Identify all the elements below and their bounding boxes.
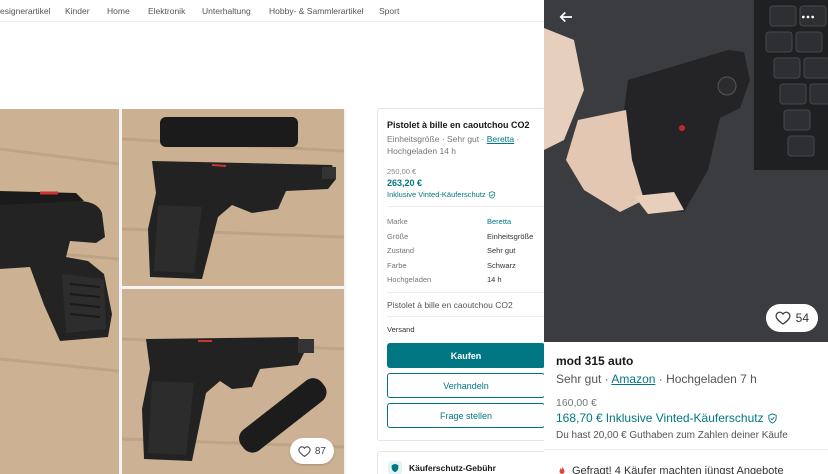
- detail-value: Einheitsgröße: [487, 231, 534, 241]
- detail-key: Größe: [387, 231, 409, 241]
- category-nav-item[interactable]: esignerartikel: [0, 6, 51, 16]
- uploaded-value: Hochgeladen 7 h: [666, 372, 757, 386]
- divider: [387, 206, 544, 207]
- brand-link[interactable]: Amazon: [611, 372, 655, 386]
- detail-value: Schwarz: [487, 260, 516, 270]
- category-nav-item[interactable]: Sport: [379, 6, 399, 16]
- buyer-protection-link[interactable]: Inklusive Vinted-Käuferschutz: [387, 190, 496, 199]
- desktop-listing-page: esignerartikel Kinder Home Elektronik Un…: [0, 0, 544, 474]
- listing-photo[interactable]: [122, 109, 344, 286]
- flame-icon: [559, 466, 565, 474]
- divider: [387, 316, 544, 317]
- listing-sidebar: Pistolet à bille en caoutchou CO2 Einhei…: [377, 108, 544, 474]
- shield-icon: [388, 461, 402, 474]
- price-original: 160,00 €: [556, 397, 597, 409]
- buyer-protection-label: Inklusive Vinted-Käuferschutz: [387, 190, 486, 199]
- favourite-count: 87: [314, 445, 326, 457]
- shipping-label: Versand: [387, 325, 415, 334]
- category-nav-item[interactable]: Unterhaltung: [202, 6, 251, 16]
- make-offer-button[interactable]: Verhandeln: [387, 373, 544, 398]
- heart-icon: [775, 311, 791, 325]
- uploaded-value: Hochgeladen 14 h: [387, 146, 457, 156]
- category-nav: esignerartikel Kinder Home Elektronik Un…: [0, 0, 544, 22]
- divider: [387, 292, 544, 293]
- fee-label: Käuferschutz-Gebühr: [409, 463, 496, 473]
- detail-key: Marke: [387, 217, 408, 226]
- demand-notice: Gefragt! 4 Käufer machten jüngst Angebot…: [556, 465, 784, 474]
- favourite-count: 54: [795, 311, 809, 325]
- favourite-button[interactable]: 87: [289, 438, 334, 464]
- ask-question-button[interactable]: Frage stellen: [387, 403, 544, 428]
- buyer-protection-link[interactable]: 168,70 € Inklusive Vinted-Käuferschutz: [556, 411, 778, 425]
- detail-row: Größe Einheitsgröße: [387, 230, 544, 245]
- listing-photo[interactable]: [0, 109, 119, 474]
- detail-row: Zustand Sehr gut: [387, 244, 544, 259]
- listing-meta: Sehr gut · Amazon · Hochgeladen 7 h: [556, 372, 757, 386]
- credit-note: Du hast 20,00 € Guthaben zum Zahlen dein…: [556, 430, 788, 441]
- buy-button[interactable]: Kaufen: [387, 343, 544, 368]
- demand-notice-text: Gefragt! 4 Käufer machten jüngst Angebot…: [572, 465, 784, 474]
- detail-value[interactable]: Beretta: [487, 217, 511, 226]
- heart-icon: [298, 445, 311, 457]
- price-total: 263,20 €: [387, 178, 423, 188]
- category-nav-item[interactable]: Home: [107, 6, 130, 16]
- photo-gallery: 87: [0, 109, 346, 474]
- listing-photo[interactable]: 54: [544, 0, 828, 342]
- detail-value: Sehr gut: [487, 246, 516, 255]
- listing-meta: Einheitsgröße · Sehr gut · Beretta · Hoc…: [387, 134, 520, 156]
- details-table: Marke Beretta Größe Einheitsgröße Zustan…: [387, 215, 544, 288]
- category-nav-item[interactable]: Kinder: [65, 6, 90, 16]
- brand-link[interactable]: Beretta: [487, 134, 514, 144]
- size-value: Einheitsgröße: [387, 134, 440, 144]
- back-arrow-icon[interactable]: [556, 8, 576, 26]
- detail-row: Hochgeladen 14 h: [387, 273, 544, 288]
- detail-key: Hochgeladen: [387, 275, 432, 284]
- category-nav-item[interactable]: Hobby- & Sammlerartikel: [269, 6, 363, 16]
- shield-check-icon: [767, 412, 777, 424]
- category-nav-item[interactable]: Elektronik: [148, 6, 185, 16]
- condition-value: Sehr gut: [447, 134, 480, 144]
- listing-photo[interactable]: 87: [122, 289, 344, 474]
- detail-row: Marke Beretta: [387, 215, 544, 230]
- buyer-protection-label: Inklusive Vinted-Käuferschutz: [605, 411, 764, 425]
- listing-title: Pistolet à bille en caoutchou CO2: [387, 120, 530, 130]
- buyer-protection-fee-card[interactable]: Käuferschutz-Gebühr: [377, 451, 544, 474]
- detail-row: Farbe Schwarz: [387, 259, 544, 274]
- shield-check-icon: [488, 190, 495, 199]
- detail-key: Zustand: [387, 246, 415, 255]
- listing-summary-card: Pistolet à bille en caoutchou CO2 Einhei…: [377, 108, 544, 441]
- condition-value: Sehr gut: [556, 372, 602, 386]
- price-total: 168,70 €: [556, 411, 603, 425]
- listing-title: mod 315 auto: [556, 354, 634, 368]
- divider: [544, 449, 828, 450]
- detail-value: 14 h: [487, 275, 502, 284]
- favourite-button[interactable]: 54: [765, 304, 818, 332]
- mobile-listing-page: 54 mod 315 auto Sehr gut · Amazon · Hoch…: [544, 0, 828, 474]
- price-original: 250,00 €: [387, 167, 417, 176]
- detail-key: Farbe: [387, 260, 407, 270]
- listing-description: Pistolet à bille en caoutchou CO2: [387, 300, 513, 310]
- more-options-icon[interactable]: [798, 9, 818, 25]
